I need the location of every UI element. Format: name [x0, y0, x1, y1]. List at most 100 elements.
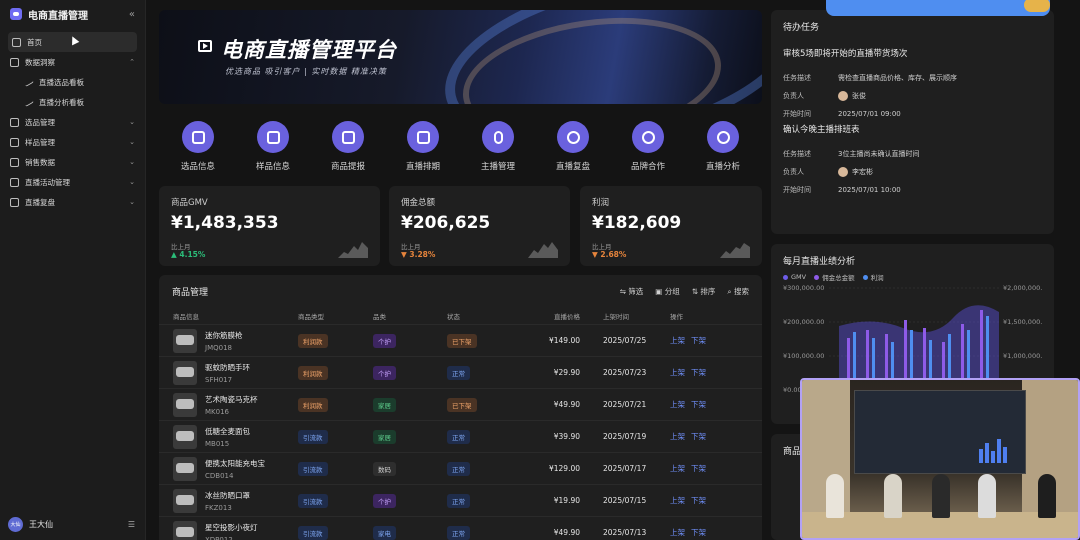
list-off-button[interactable]: 下架 [691, 432, 706, 441]
hero-banner: 电商直播管理平台 优选商品 吸引客户 | 实时数据 精准决策 [159, 10, 762, 104]
chevron-down-icon: ⌄ [129, 138, 135, 146]
table-row[interactable]: 冰丝防晒口罩 FKZ013 引流款 个护 正常 ¥19.90 2025/07/15 上架 下架 [159, 485, 762, 517]
list-off-button[interactable]: 下架 [691, 336, 706, 345]
stat-label: 利润 [592, 198, 610, 208]
column-header: 商品类型 [298, 312, 324, 321]
table-row[interactable]: 驱蚊防晒手环 SFH017 利润款 个护 正常 ¥29.90 2025/07/23 上架 下架 [159, 357, 762, 389]
quick-item[interactable]: 商品提报 [315, 114, 381, 180]
list-on-button[interactable]: 上架 [670, 400, 685, 409]
product-info: 低糖全麦面包 MB015 [173, 424, 298, 449]
sidebar-item-analysis-board[interactable]: 直播分析看板 [0, 92, 145, 112]
cube-icon [10, 117, 19, 127]
list-off-button[interactable]: 下架 [691, 464, 706, 473]
product-type-cell: 利润款 [298, 397, 373, 412]
list-off-button[interactable]: 下架 [691, 368, 706, 377]
status-cell: 已下架 [447, 333, 527, 348]
product-thumbnail [173, 456, 197, 481]
user-profile[interactable]: 大仙 王大仙 ☰ [8, 517, 135, 532]
list-off-button[interactable]: 下架 [691, 528, 706, 537]
avatar [838, 167, 848, 177]
badge-icon [1024, 0, 1050, 12]
quick-item[interactable]: 主播管理 [465, 114, 531, 180]
sidebar-item-label: 直播分析看板 [39, 97, 84, 107]
legend-label: GMV [791, 273, 807, 281]
task-value: 需检查直播商品价格、库存、展示顺序 [838, 74, 957, 82]
list-off-button[interactable]: 下架 [691, 496, 706, 505]
task-time: 开始时间 2025/07/01 10:00 [783, 181, 1042, 199]
listing-date: 2025/07/25 [603, 336, 647, 345]
list-on-button[interactable]: 上架 [670, 432, 685, 441]
video-bar [979, 449, 983, 463]
home-icon [12, 37, 21, 47]
status-badge: 正常 [447, 525, 470, 540]
task-key: 负责人 [783, 168, 804, 176]
legend-item[interactable]: GMV [783, 272, 806, 282]
product-code: FKZ013 [205, 503, 232, 512]
person [932, 474, 950, 518]
list-on-button[interactable]: 上架 [670, 528, 685, 537]
group-button[interactable]: ▣ 分组 [655, 286, 679, 297]
task-owner: 负责人 李宏彬 [783, 163, 1042, 181]
quick-item[interactable]: 直播排期 [390, 114, 456, 180]
quick-label: 品牌合作 [630, 162, 665, 172]
task-key: 负责人 [783, 92, 804, 100]
y-axis-left-label: ¥0.00 [783, 386, 802, 394]
chevron-down-icon: ⌄ [129, 118, 135, 126]
task-item[interactable]: 审核5场即将开始的直播带货场次 任务描述 需检查直播商品价格、库存、展示顺序 负责… [783, 47, 1042, 123]
collapse-icon[interactable]: « [129, 9, 135, 20]
sidebar-item-selection[interactable]: 选品管理 ⌄ [0, 112, 145, 132]
legend-item[interactable]: 佣金总金额 [814, 272, 855, 282]
table-row[interactable]: 迷你筋膜枪 JMQ018 利润款 个护 已下架 ¥149.00 2025/07/25 上架 下架 [159, 325, 762, 357]
sidebar-item-label: 直播活动管理 [25, 177, 70, 187]
stat-value: ¥182,609 [592, 213, 682, 233]
table-row[interactable]: 星空投影小夜灯 XDP012 引流款 家电 正常 ¥49.90 2025/07/13 上架 下架 [159, 517, 762, 540]
table-row[interactable]: 低糖全麦面包 MB015 引流款 家居 正常 ¥39.90 2025/07/19 上架 下架 [159, 421, 762, 453]
task-desc: 任务描述 3位主播尚未确认直播时间 [783, 145, 1042, 163]
task-key: 开始时间 [783, 186, 811, 194]
search-button[interactable]: ⌕ 搜索 [727, 286, 749, 297]
trend-icon [23, 97, 34, 107]
menu-icon[interactable]: ☰ [128, 520, 135, 529]
filter-button[interactable]: ⇋ 筛选 [620, 286, 644, 297]
row-actions: 上架 下架 [670, 527, 748, 538]
area-chart-icon [10, 197, 19, 207]
sidebar-item-selection-board[interactable]: 直播选品看板 [0, 72, 145, 92]
sidebar-item-samples[interactable]: 样品管理 ⌄ [0, 132, 145, 152]
sort-button[interactable]: ⇅ 排序 [692, 286, 716, 297]
person [826, 474, 844, 518]
sidebar-item-sales[interactable]: 销售数据 ⌄ [0, 152, 145, 172]
list-off-button[interactable]: 下架 [691, 400, 706, 409]
app-title: 电商直播管理 [28, 10, 88, 22]
legend-item[interactable]: 利润 [862, 272, 884, 282]
category-tag: 个护 [373, 333, 396, 348]
listing-date: 2025/07/21 [603, 400, 647, 409]
y-axis-right-label: ¥1,500,000.00 [1003, 318, 1042, 326]
list-on-button[interactable]: 上架 [670, 496, 685, 505]
quick-item[interactable]: 样品信息 [240, 114, 306, 180]
box-icon [332, 121, 364, 153]
sidebar-item-live-activity[interactable]: 直播活动管理 ⌄ [0, 172, 145, 192]
quick-item[interactable]: 直播分析 [690, 114, 756, 180]
list-on-button[interactable]: 上架 [670, 368, 685, 377]
quick-item[interactable]: 品牌合作 [615, 114, 681, 180]
product-code: XDP012 [205, 535, 233, 540]
sidebar-item-label: 销售数据 [25, 157, 55, 167]
category-tag: 家居 [373, 397, 396, 412]
quick-item[interactable]: 直播复盘 [540, 114, 606, 180]
list-on-button[interactable]: 上架 [670, 336, 685, 345]
row-actions: 上架 下架 [670, 431, 748, 442]
sidebar-item-review[interactable]: 直播复盘 ⌄ [0, 192, 145, 212]
product-thumbnail [173, 392, 197, 417]
task-value: 3位主播尚未确认直播时间 [838, 150, 920, 158]
tasks-panel: 待办任务 审核5场即将开始的直播带货场次 任务描述 需检查直播商品价格、库存、展示… [771, 10, 1054, 234]
listing-date: 2025/07/13 [603, 528, 647, 537]
sidebar-item-data-insight[interactable]: 数据洞察 ⌃ [0, 52, 145, 72]
sidebar-nav: 首页 数据洞察 ⌃ 直播选品看板 直播分析看板 选品管理 ⌄ 样品管理 ⌄ 销售数据 ⌄… [0, 32, 145, 212]
table-row[interactable]: 便携太阳能充电宝 CDB014 引流款 数码 正常 ¥129.00 2025/07/17 上架… [159, 453, 762, 485]
product-type-cell: 引流款 [298, 525, 373, 540]
task-item[interactable]: 确认今晚主播排班表 任务描述 3位主播尚未确认直播时间 负责人 李宏彬 开始时间 20… [783, 123, 1042, 199]
category-tag: 个护 [373, 493, 396, 508]
table-row[interactable]: 艺术陶瓷马克杯 MK016 利润款 家居 已下架 ¥49.90 2025/07/21 上架 下架 [159, 389, 762, 421]
quick-item[interactable]: 选品信息 [165, 114, 231, 180]
list-on-button[interactable]: 上架 [670, 464, 685, 473]
